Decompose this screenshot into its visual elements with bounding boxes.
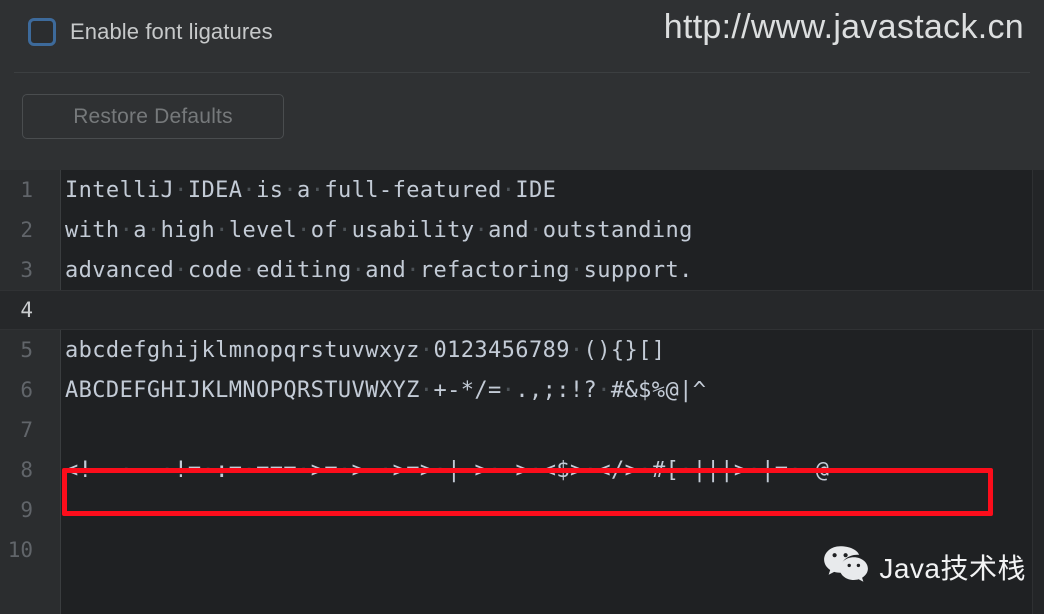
line-number: 7	[20, 418, 33, 442]
restore-defaults-button[interactable]: Restore Defaults	[22, 94, 284, 139]
line-number: 6	[20, 378, 33, 402]
font-settings-preview-screen: Enable font ligatures http://www.javasta…	[0, 0, 1044, 614]
enable-font-ligatures-row[interactable]: Enable font ligatures	[28, 18, 273, 46]
code-line-9[interactable]: 9	[0, 490, 1044, 530]
settings-panel: Enable font ligatures http://www.javasta…	[0, 0, 1044, 170]
line-number: 9	[20, 498, 33, 522]
line-text: with·a·high·level·of·usability·and·outst…	[65, 217, 693, 243]
editor-code-area[interactable]: 1 IntelliJ·IDEA·is·a·full-featured·IDE 2 wi…	[0, 170, 1044, 570]
wechat-icon	[823, 545, 869, 588]
code-line-1[interactable]: 1 IntelliJ·IDEA·is·a·full-featured·IDE	[0, 170, 1044, 210]
line-number: 4	[20, 298, 33, 322]
line-number: 5	[20, 338, 33, 362]
line-text: ABCDEFGHIJKLMNOPQRSTUVWXYZ·+-*/=·.,;:!?·…	[65, 377, 707, 403]
line-text: <!--·--·!=·:=·===·>=·>-·>=>·|->·->·<$>·<…	[65, 457, 830, 483]
code-line-7[interactable]: 7	[0, 410, 1044, 450]
code-line-2[interactable]: 2 with·a·high·level·of·usability·and·outs…	[0, 210, 1044, 250]
line-number: 1	[20, 178, 33, 202]
line-number: 8	[20, 458, 33, 482]
wechat-watermark: Java技术栈	[823, 545, 1026, 588]
line-text: advanced·code·editing·and·refactoring·su…	[65, 257, 693, 283]
code-line-6[interactable]: 6 ABCDEFGHIJKLMNOPQRSTUVWXYZ·+-*/=·.,;:!?…	[0, 370, 1044, 410]
code-line-4[interactable]: 4	[0, 290, 1044, 330]
line-number: 2	[20, 218, 33, 242]
code-line-5[interactable]: 5 abcdefghijklmnopqrstuvwxyz·0123456789·(…	[0, 330, 1044, 370]
code-line-8[interactable]: 8 <!--·--·!=·:=·===·>=·>-·>=>·|->·->·<$>·…	[0, 450, 1044, 490]
wechat-account-name: Java技术栈	[879, 552, 1026, 584]
enable-font-ligatures-label: Enable font ligatures	[70, 19, 273, 44]
site-url-watermark: http://www.javastack.cn	[663, 8, 1024, 46]
panel-divider	[14, 72, 1030, 73]
line-text: IntelliJ·IDEA·is·a·full-featured·IDE	[65, 177, 557, 203]
line-number: 3	[20, 258, 33, 282]
code-line-3[interactable]: 3 advanced·code·editing·and·refactoring·s…	[0, 250, 1044, 290]
line-number: 10	[7, 538, 33, 562]
line-text: abcdefghijklmnopqrstuvwxyz·0123456789·()…	[65, 337, 666, 363]
enable-font-ligatures-checkbox[interactable]	[28, 18, 56, 46]
